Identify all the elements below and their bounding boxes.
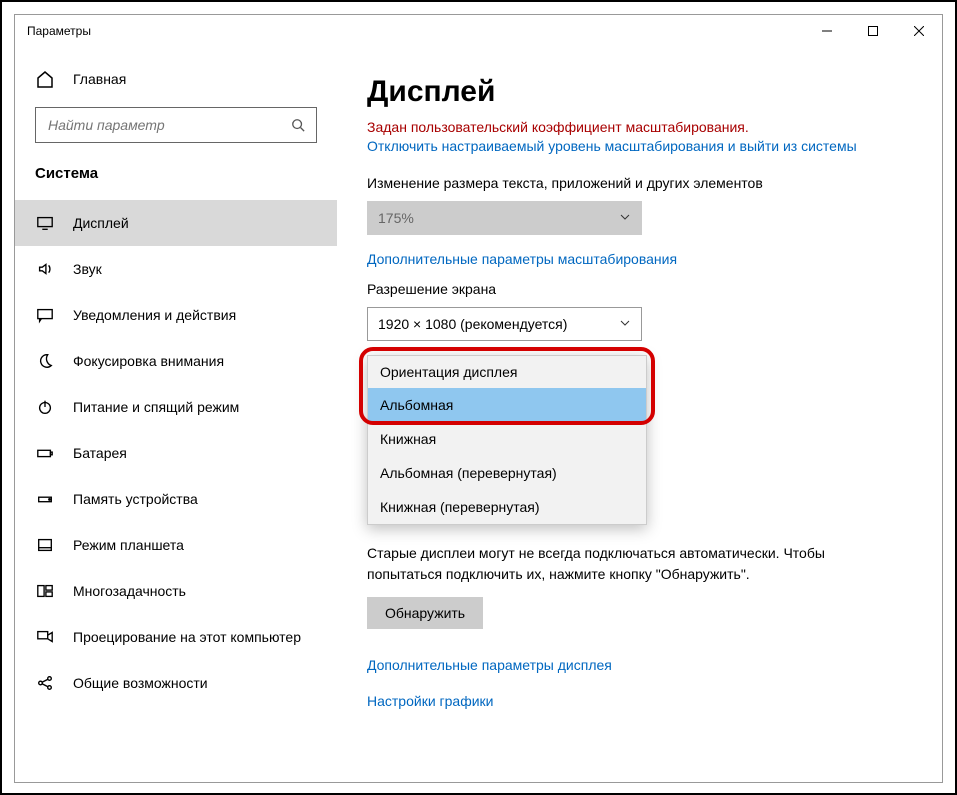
sidebar-item-focus[interactable]: Фокусировка внимания: [15, 338, 337, 384]
graphics-settings-link[interactable]: Настройки графики: [367, 693, 912, 709]
detect-button[interactable]: Обнаружить: [367, 597, 483, 629]
maximize-icon: [868, 26, 878, 36]
monitor-icon: [35, 213, 55, 233]
titlebar: Параметры: [15, 15, 942, 47]
search-icon: [280, 118, 316, 132]
sidebar-item-battery[interactable]: Батарея: [15, 430, 337, 476]
chevron-down-icon: [619, 316, 631, 332]
sidebar-item-label: Проецирование на этот компьютер: [73, 629, 301, 645]
sidebar-item-label: Многозадачность: [73, 583, 186, 599]
orientation-option-landscape[interactable]: Альбомная: [368, 388, 646, 422]
sidebar-item-projecting[interactable]: Проецирование на этот компьютер: [15, 614, 337, 660]
resolution-label: Разрешение экрана: [367, 281, 912, 297]
tablet-icon: [35, 535, 55, 555]
sidebar-item-label: Память устройства: [73, 491, 198, 507]
orientation-option-portrait-flipped[interactable]: Книжная (перевернутая): [368, 490, 646, 524]
sidebar-item-storage[interactable]: Память устройства: [15, 476, 337, 522]
multitask-icon: [35, 581, 55, 601]
sidebar: Главная Система Дисплей Звук: [15, 47, 337, 782]
storage-icon: [35, 489, 55, 509]
scale-label: Изменение размера текста, приложений и д…: [367, 175, 912, 191]
sidebar-item-label: Фокусировка внимания: [73, 353, 224, 369]
sidebar-item-label: Уведомления и действия: [73, 307, 236, 323]
home-label: Главная: [73, 71, 126, 87]
chevron-down-icon: [619, 210, 631, 226]
window-title: Параметры: [27, 24, 91, 38]
sidebar-item-display[interactable]: Дисплей: [15, 200, 337, 246]
project-icon: [35, 627, 55, 647]
sidebar-item-label: Дисплей: [73, 215, 129, 231]
resolution-select[interactable]: 1920 × 1080 (рекомендуется): [367, 307, 642, 341]
orientation-option-portrait[interactable]: Книжная: [368, 422, 646, 456]
close-button[interactable]: [896, 15, 942, 47]
minimize-button[interactable]: [804, 15, 850, 47]
page-title: Дисплей: [367, 75, 912, 109]
maximize-button[interactable]: [850, 15, 896, 47]
sidebar-item-power[interactable]: Питание и спящий режим: [15, 384, 337, 430]
search-input[interactable]: [36, 117, 280, 133]
orientation-panel: Ориентация дисплея Альбомная Книжная Аль…: [367, 355, 647, 525]
scale-value: 175%: [378, 210, 414, 226]
category-title: Система: [35, 155, 317, 200]
disable-scaling-link[interactable]: Отключить настраиваемый уровень масштаби…: [367, 137, 912, 157]
sound-icon: [35, 259, 55, 279]
home-button[interactable]: Главная: [35, 59, 317, 99]
sidebar-item-label: Общие возможности: [73, 675, 208, 691]
old-displays-text: Старые дисплеи могут не всегда подключат…: [367, 543, 867, 585]
close-icon: [914, 26, 924, 36]
sidebar-item-multitask[interactable]: Многозадачность: [15, 568, 337, 614]
settings-window: Параметры Главная: [14, 14, 943, 783]
battery-icon: [35, 443, 55, 463]
power-icon: [35, 397, 55, 417]
home-icon: [35, 69, 55, 89]
share-icon: [35, 673, 55, 693]
orientation-option-landscape-flipped[interactable]: Альбомная (перевернутая): [368, 456, 646, 490]
main-panel: Дисплей Задан пользовательский коэффицие…: [337, 47, 942, 782]
sidebar-item-label: Звук: [73, 261, 102, 277]
advanced-display-link[interactable]: Дополнительные параметры дисплея: [367, 657, 912, 673]
resolution-value: 1920 × 1080 (рекомендуется): [378, 316, 567, 332]
sidebar-item-label: Питание и спящий режим: [73, 399, 239, 415]
nav-list: Дисплей Звук Уведомления и действия Фоку…: [15, 200, 337, 782]
sidebar-item-notifications[interactable]: Уведомления и действия: [15, 292, 337, 338]
moon-icon: [35, 351, 55, 371]
advanced-scaling-link[interactable]: Дополнительные параметры масштабирования: [367, 251, 912, 267]
sidebar-item-tablet[interactable]: Режим планшета: [15, 522, 337, 568]
message-icon: [35, 305, 55, 325]
sidebar-item-label: Режим планшета: [73, 537, 184, 553]
search-box[interactable]: [35, 107, 317, 143]
sidebar-item-sound[interactable]: Звук: [15, 246, 337, 292]
minimize-icon: [822, 26, 832, 36]
scaling-warning: Задан пользовательский коэффициент масшт…: [367, 119, 912, 135]
orientation-header: Ориентация дисплея: [368, 356, 646, 388]
sidebar-item-shared[interactable]: Общие возможности: [15, 660, 337, 706]
orientation-dropdown: Ориентация дисплея Альбомная Книжная Аль…: [367, 355, 912, 525]
scale-select[interactable]: 175%: [367, 201, 642, 235]
sidebar-item-label: Батарея: [73, 445, 127, 461]
